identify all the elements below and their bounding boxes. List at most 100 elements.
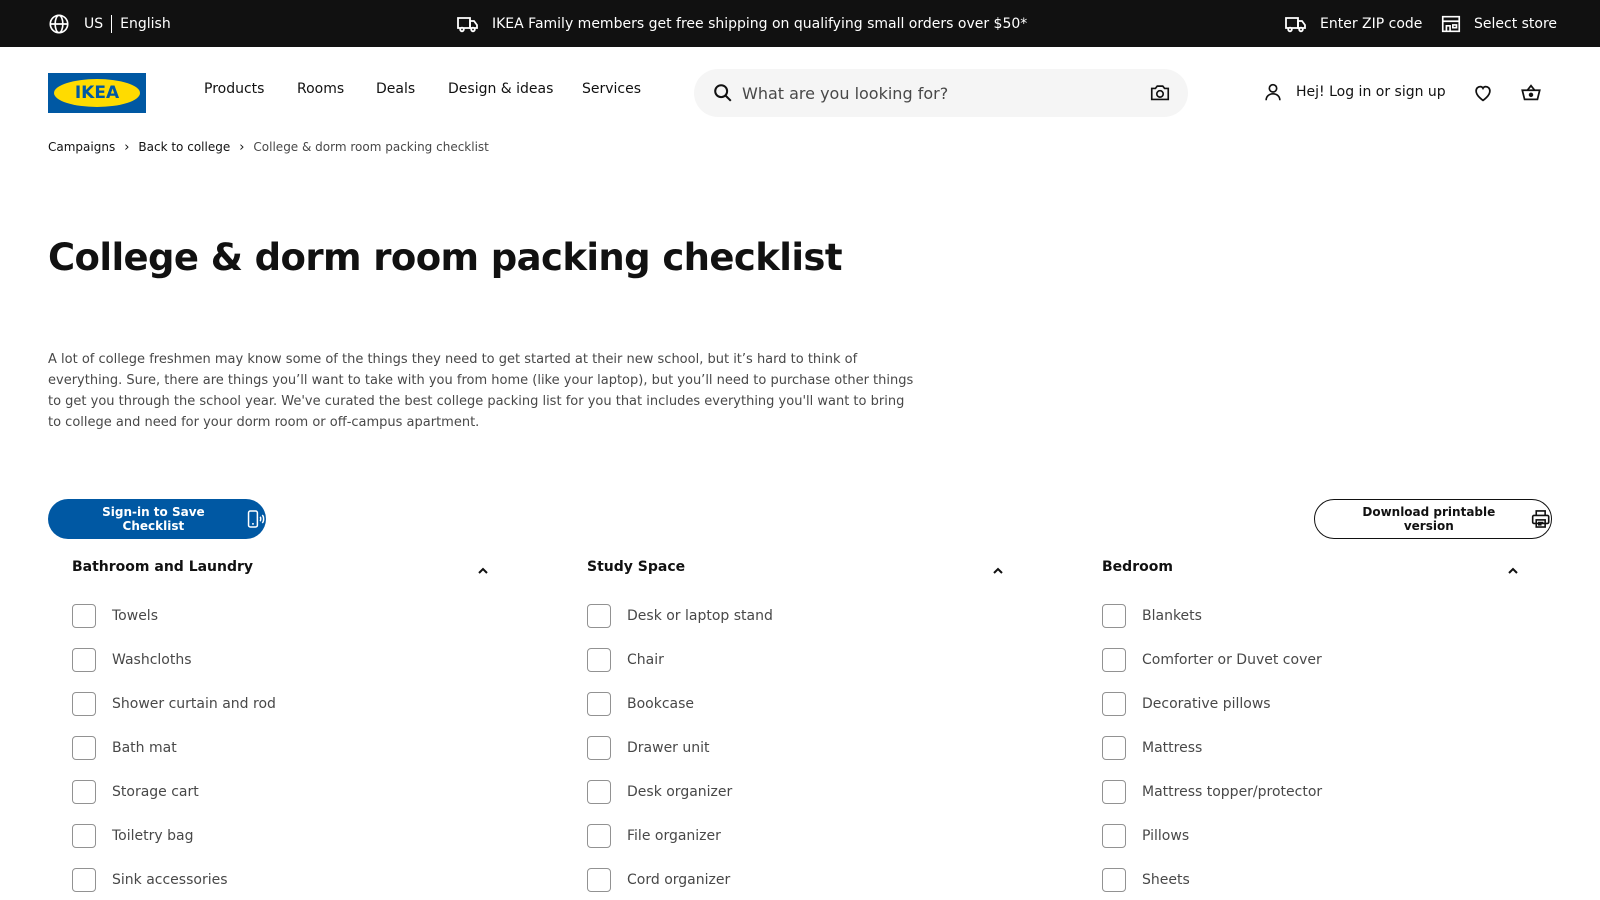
chevron-right-icon: › — [124, 139, 130, 155]
nav-design-ideas[interactable]: Design & ideas — [448, 81, 553, 97]
section-title: Study Space — [587, 559, 686, 575]
checkbox[interactable] — [1102, 604, 1126, 628]
checklist-item[interactable]: Sink accessories — [72, 868, 472, 892]
section-title: Bedroom — [1102, 559, 1173, 575]
checkbox[interactable] — [587, 692, 611, 716]
chevron-right-icon: › — [239, 139, 245, 155]
checklist-item[interactable]: Cord organizer — [587, 868, 987, 892]
printer-icon — [1531, 510, 1550, 528]
user-icon — [1265, 83, 1281, 101]
nav-products[interactable]: Products — [204, 81, 264, 97]
checklist-item[interactable]: Blankets — [1102, 604, 1502, 628]
checkbox[interactable] — [587, 868, 611, 892]
checklist-item[interactable]: File organizer — [587, 824, 987, 848]
nav-deals[interactable]: Deals — [376, 81, 415, 97]
checkbox[interactable] — [587, 736, 611, 760]
chevron-up-icon[interactable] — [476, 564, 490, 578]
checklist-column-bedroom: Bedroom Blankets Comforter or Duvet cove… — [1078, 555, 1518, 892]
checklist-item[interactable]: Decorative pillows — [1102, 692, 1502, 716]
ikea-logo[interactable]: IKEA — [48, 73, 146, 113]
chevron-up-icon[interactable] — [991, 564, 1005, 578]
checkbox[interactable] — [72, 648, 96, 672]
item-label: Towels — [112, 608, 158, 624]
checkbox[interactable] — [72, 692, 96, 716]
section-title: Bathroom and Laundry — [72, 559, 254, 575]
checklist-item[interactable]: Toiletry bag — [72, 824, 472, 848]
item-label: Cord organizer — [627, 872, 731, 888]
checkbox[interactable] — [1102, 780, 1126, 804]
checkbox[interactable] — [1102, 824, 1126, 848]
nav-rooms[interactable]: Rooms — [297, 81, 344, 97]
checklist-item[interactable]: Shower curtain and rod — [72, 692, 472, 716]
checkbox[interactable] — [587, 780, 611, 804]
item-label: Chair — [627, 652, 664, 668]
item-label: File organizer — [627, 828, 721, 844]
checklist-item[interactable]: Sheets — [1102, 868, 1502, 892]
language-label: English — [120, 16, 171, 32]
checkbox[interactable] — [587, 604, 611, 628]
checkbox[interactable] — [72, 780, 96, 804]
checkbox[interactable] — [587, 824, 611, 848]
phone-signal-icon — [247, 510, 265, 528]
checklist-item[interactable]: Chair — [587, 648, 987, 672]
select-store-button[interactable]: Select store — [1440, 12, 1557, 36]
search-input[interactable] — [742, 81, 1132, 105]
checklist-item[interactable]: Towels — [72, 604, 472, 628]
item-label: Comforter or Duvet cover — [1142, 652, 1322, 668]
top-announcement-bar: US English IKEA Family members get free … — [0, 0, 1600, 47]
checkbox[interactable] — [72, 736, 96, 760]
checkbox[interactable] — [1102, 736, 1126, 760]
breadcrumb-campaigns[interactable]: Campaigns — [48, 140, 115, 154]
search-bar — [694, 69, 1188, 117]
item-label: Bath mat — [112, 740, 177, 756]
zip-label: Enter ZIP code — [1320, 16, 1423, 32]
item-label: Washcloths — [112, 652, 192, 668]
download-label: Download printable version — [1362, 505, 1496, 533]
item-label: Blankets — [1142, 608, 1202, 624]
shipping-promo[interactable]: IKEA Family members get free shipping on… — [456, 12, 1027, 36]
checklist-item[interactable]: Desk organizer — [587, 780, 987, 804]
checklist-item[interactable]: Washcloths — [72, 648, 472, 672]
nav-services[interactable]: Services — [582, 81, 641, 97]
heart-icon[interactable] — [1472, 82, 1494, 104]
section-header[interactable]: Bathroom and Laundry — [48, 555, 488, 585]
checklist-item[interactable]: Storage cart — [72, 780, 472, 804]
item-label: Desk organizer — [627, 784, 733, 800]
checkbox[interactable] — [1102, 692, 1126, 716]
login-button[interactable]: Hej! Log in or sign up — [1262, 80, 1446, 104]
item-label: Mattress — [1142, 740, 1203, 756]
camera-icon[interactable] — [1149, 82, 1171, 104]
checkbox[interactable] — [1102, 868, 1126, 892]
item-label: Pillows — [1142, 828, 1190, 844]
checkbox[interactable] — [1102, 648, 1126, 672]
section-header[interactable]: Bedroom — [1078, 555, 1518, 585]
save-checklist-button[interactable]: Sign-in to Save Checklist — [48, 499, 266, 539]
checklist-item[interactable]: Bath mat — [72, 736, 472, 760]
chevron-up-icon[interactable] — [1506, 564, 1520, 578]
checklist-item[interactable]: Desk or laptop stand — [587, 604, 987, 628]
checklist-item[interactable]: Mattress topper/protector — [1102, 780, 1502, 804]
checkbox[interactable] — [72, 604, 96, 628]
section-header[interactable]: Study Space — [563, 555, 1003, 585]
download-printable-button[interactable]: Download printable version — [1314, 499, 1552, 539]
checklist-item[interactable]: Drawer unit — [587, 736, 987, 760]
search-icon[interactable] — [712, 82, 734, 104]
checklist-item[interactable]: Pillows — [1102, 824, 1502, 848]
cart-icon[interactable] — [1519, 82, 1543, 104]
checklist-item[interactable]: Mattress — [1102, 736, 1502, 760]
breadcrumb-back-to-college[interactable]: Back to college — [138, 140, 230, 154]
checklist-item[interactable]: Bookcase — [587, 692, 987, 716]
checkbox[interactable] — [72, 824, 96, 848]
zip-code-button[interactable]: Enter ZIP code — [1284, 12, 1422, 36]
checklist-column-bathroom: Bathroom and Laundry Towels Washcloths S… — [48, 555, 488, 892]
checklist-item[interactable]: Comforter or Duvet cover — [1102, 648, 1502, 672]
item-label: Sink accessories — [112, 872, 228, 888]
checkbox[interactable] — [72, 868, 96, 892]
locale-divider — [111, 15, 113, 33]
store-icon — [1441, 15, 1461, 33]
page-title: College & dorm room packing checklist — [48, 236, 843, 279]
locale-selector[interactable]: US English — [48, 12, 171, 36]
logo-oval: IKEA — [54, 79, 140, 107]
country-label: US — [84, 16, 104, 32]
checkbox[interactable] — [587, 648, 611, 672]
